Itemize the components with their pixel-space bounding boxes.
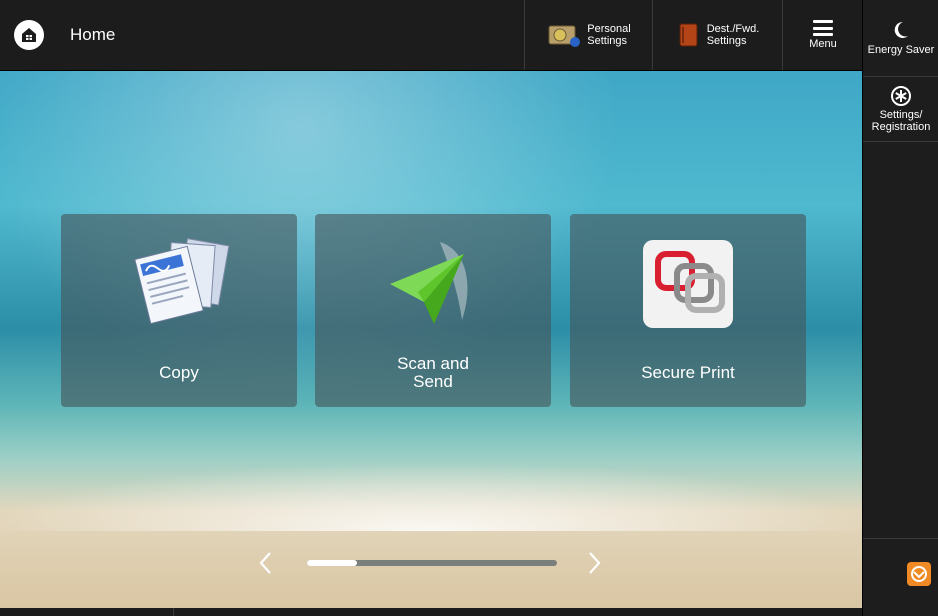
copy-label: Copy [159,363,199,382]
settings-registration-button[interactable]: Settings/ Registration [863,77,938,141]
hamburger-menu-icon [813,20,833,36]
settings-icon [891,86,911,106]
menu-button[interactable]: Menu [782,0,863,70]
home-screen-area: Copy Scan and Send Secure Print [0,71,862,608]
stop-button[interactable] [863,539,938,609]
personal-settings-button[interactable]: Personal Settings [524,0,653,70]
scan-and-send-tile[interactable]: Scan and Send [315,214,551,407]
stop-icon [907,562,931,586]
secure-print-tile[interactable]: Secure Print [570,214,806,407]
paper-plane-icon [378,232,488,332]
personal-settings-label: Personal Settings [587,23,631,47]
page-indicator [307,560,557,566]
dest-fwd-settings-button[interactable]: Dest./Fwd. Settings [652,0,783,70]
secure-print-label: Secure Print [641,363,735,382]
right-side-panel: Energy Saver Settings/ Registration [862,0,938,616]
menu-label: Menu [809,38,837,50]
scan-and-send-label: Scan and Send [397,354,469,391]
previous-page-button[interactable] [258,551,280,574]
next-page-button[interactable] [586,551,608,574]
home-button[interactable] [14,20,44,50]
secure-print-icon [633,232,743,332]
page-indicator-fill [307,560,357,566]
background-image [0,461,862,531]
home-icon [22,28,36,42]
status-bar [0,608,862,616]
copy-icon [124,232,234,332]
copy-tile[interactable]: Copy [61,214,297,407]
chevron-right-icon [589,552,601,574]
divider [863,141,938,142]
energy-saver-button[interactable]: Energy Saver [863,0,938,76]
top-bar: Home Personal Settings Dest./Fwd. Settin… [0,0,862,71]
personal-settings-icon [548,25,581,47]
page-title: Home [70,25,116,44]
energy-saver-label: Energy Saver [867,44,935,56]
moon-icon [894,21,908,38]
address-book-icon [679,23,698,47]
settings-registration-label: Settings/ Registration [871,109,931,133]
chevron-left-icon [259,552,271,574]
divider [173,608,174,616]
dest-fwd-settings-label: Dest./Fwd. Settings [706,23,760,47]
